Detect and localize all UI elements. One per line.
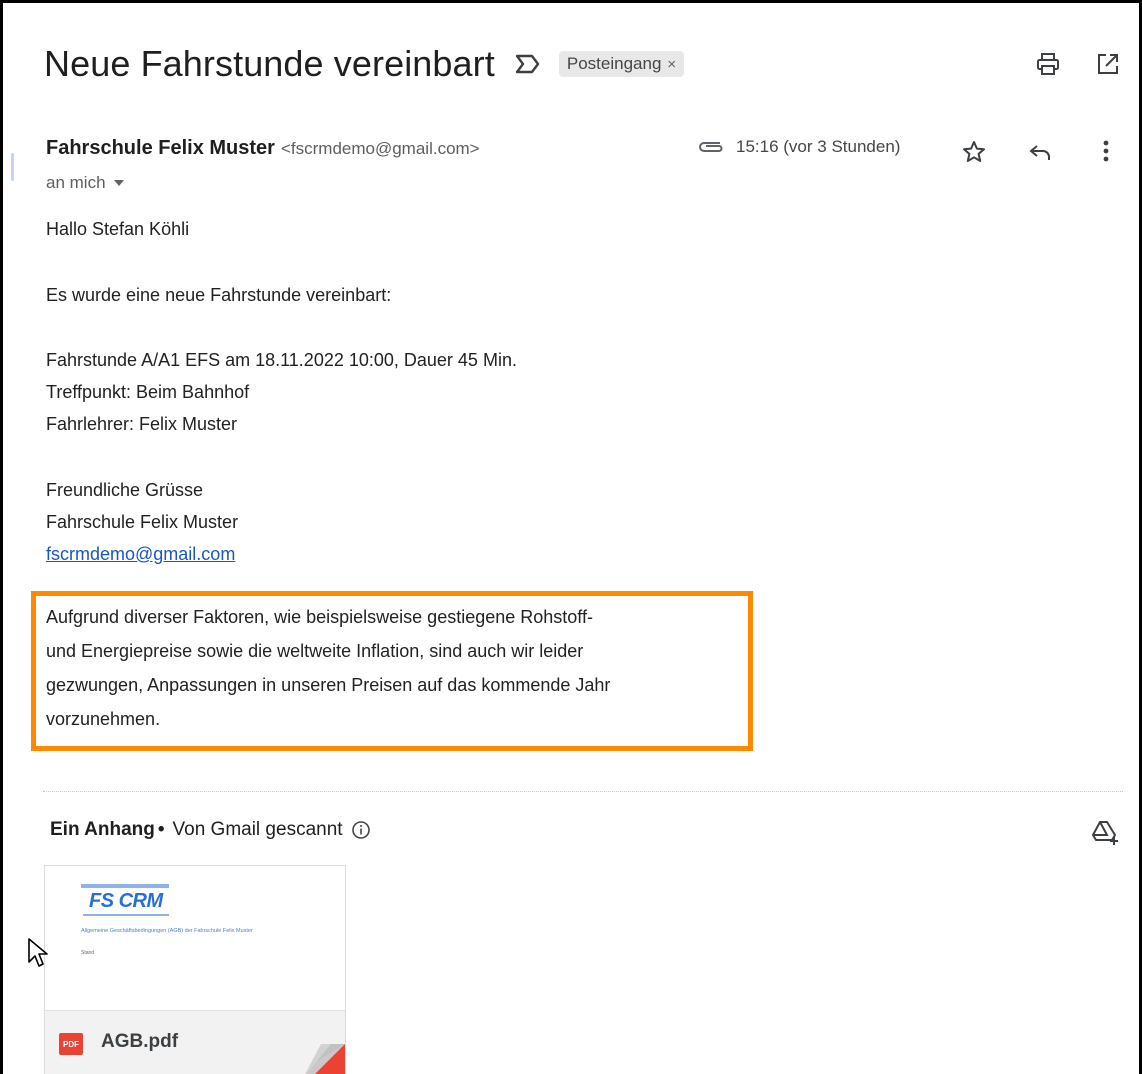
scan-note: Von Gmail gescannt: [172, 819, 343, 840]
label-chip-text: Posteingang: [566, 54, 662, 73]
sender-name[interactable]: Fahrschule Felix Muster: [46, 137, 275, 160]
reply-icon[interactable]: [1027, 139, 1053, 165]
closing: Freundliche Grüsse: [46, 480, 204, 500]
recipient-label: an mich: [46, 173, 106, 192]
message-time: 15:16 (vor 3 Stunden): [736, 137, 901, 156]
divider: [43, 791, 1123, 792]
open-in-new-window-icon[interactable]: [1095, 51, 1121, 77]
notice-line: Aufgrund diverser Faktoren, wie beispiel…: [46, 607, 593, 627]
preview-logo: FS CRM: [81, 884, 169, 916]
attachment-file-name[interactable]: AGB.pdf: [101, 1031, 178, 1053]
paperclip-icon: [699, 142, 723, 152]
pdf-icon: PDF: [59, 1033, 83, 1055]
info-icon[interactable]: [351, 820, 371, 840]
remove-label-icon[interactable]: ×: [667, 56, 676, 73]
important-marker-icon[interactable]: [515, 53, 541, 75]
more-vert-icon[interactable]: [1099, 137, 1113, 165]
preview-sub: Stand: [81, 950, 95, 956]
chevron-down-icon: [113, 180, 124, 186]
preview-logo-text: FS CRM: [89, 890, 163, 912]
print-icon[interactable]: [1035, 51, 1061, 77]
notice-line: gezwungen, Anpassungen in unseren Preise…: [46, 675, 611, 695]
star-icon[interactable]: [961, 139, 987, 165]
side-indicator: [11, 153, 14, 181]
notice-line: vorzunehmen.: [46, 709, 161, 729]
attachments-header: Ein Anhang • Von Gmail gescannt: [50, 819, 371, 841]
separator: •: [157, 819, 165, 840]
attachment-footer: PDF AGB.pdf: [45, 1010, 345, 1074]
intro-text: Es wurde eine neue Fahrstunde vereinbart…: [46, 285, 392, 305]
attachment-card[interactable]: FS CRM Allgemeine Geschäftsbedingungen (…: [44, 865, 346, 1074]
preview-title: Allgemeine Geschäftsbedingungen (AGB) de…: [81, 928, 253, 934]
subject-row: Neue Fahrstunde vereinbart Posteingang ×: [44, 39, 685, 89]
mouse-pointer-icon: [28, 938, 48, 967]
lesson-details: Fahrstunde A/A1 EFS am 18.11.2022 10:00,…: [46, 350, 517, 370]
email-subject: Neue Fahrstunde vereinbart: [44, 43, 495, 84]
signature-name: Fahrschule Felix Muster: [46, 512, 239, 532]
instructor: Fahrlehrer: Felix Muster: [46, 414, 238, 434]
message-meta: 15:16 (vor 3 Stunden): [696, 137, 900, 157]
page-corner-icon: [305, 1044, 345, 1074]
notice-line: und Energiepreise sowie die weltweite In…: [46, 641, 584, 661]
sender-row: Fahrschule Felix Muster <fscrmdemo@gmail…: [46, 137, 480, 160]
meeting-point: Treffpunkt: Beim Bahnhof: [46, 382, 250, 402]
label-chip-inbox[interactable]: Posteingang ×: [558, 51, 685, 77]
add-to-drive-icon[interactable]: [1090, 817, 1120, 847]
email-view: Neue Fahrstunde vereinbart Posteingang ×…: [0, 0, 1142, 1074]
sender-email: <fscrmdemo@gmail.com>: [280, 139, 480, 158]
attachments-count: Ein Anhang: [50, 819, 155, 840]
attachment-preview: FS CRM Allgemeine Geschäftsbedingungen (…: [45, 866, 345, 1010]
greeting: Hallo Stefan Köhli: [46, 219, 190, 239]
recipient-toggle[interactable]: an mich: [46, 173, 124, 193]
signature-email-link[interactable]: fscrmdemo@gmail.com: [46, 544, 235, 565]
